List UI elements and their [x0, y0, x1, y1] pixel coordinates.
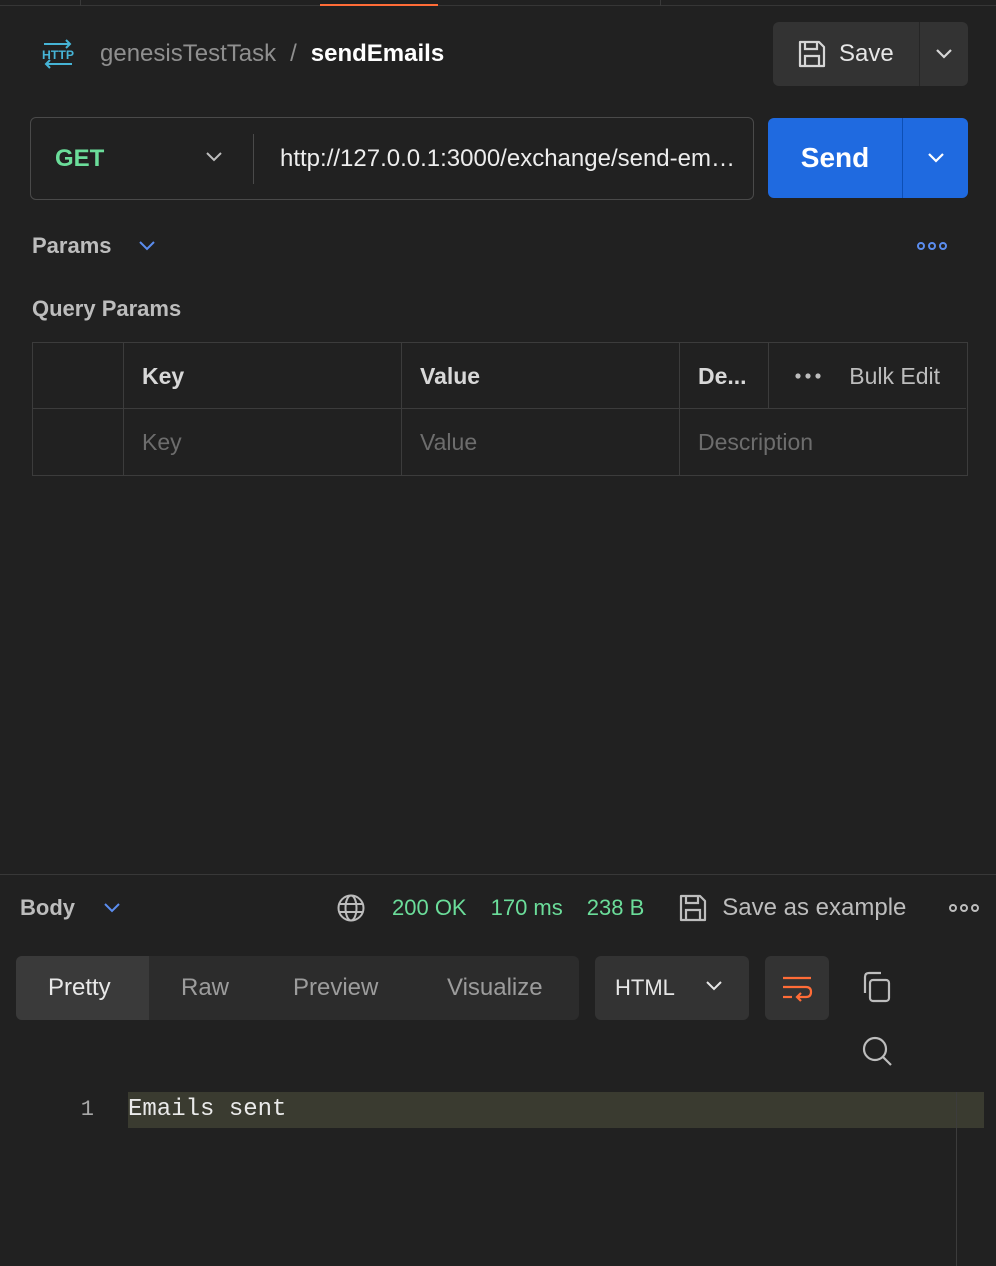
active-tab-indicator: [320, 4, 438, 6]
response-view-tabs: Pretty Raw Preview Visualize: [16, 956, 579, 1020]
checkbox-column-header: [33, 343, 124, 409]
format-select[interactable]: HTML: [595, 956, 749, 1020]
wrap-lines-icon: [783, 976, 813, 1002]
query-params-table: Key Value De... Bulk Edit Key Value Desc…: [32, 342, 968, 476]
value-column-header: Value: [402, 343, 680, 409]
send-button[interactable]: Send: [768, 118, 902, 198]
key-column-header: Key: [124, 343, 402, 409]
breadcrumb: genesisTestTask / sendEmails: [100, 38, 444, 70]
chevron-down-icon: [927, 153, 944, 163]
request-name[interactable]: sendEmails: [311, 40, 444, 68]
save-options-button[interactable]: [919, 22, 968, 86]
tab-separator: [660, 0, 661, 6]
tab-pretty[interactable]: Pretty: [16, 956, 149, 1020]
svg-text:HTTP: HTTP: [42, 48, 74, 62]
send-options-button[interactable]: [902, 118, 968, 198]
response-time[interactable]: 170 ms: [491, 895, 563, 921]
chevron-down-icon: [104, 903, 120, 913]
tab-visualize[interactable]: Visualize: [415, 956, 579, 1020]
response-body-text[interactable]: Emails sent: [128, 1094, 286, 1126]
globe-icon[interactable]: [336, 893, 366, 923]
floppy-disk-icon: [680, 894, 707, 922]
wrap-lines-button[interactable]: [765, 956, 829, 1020]
method-label: GET: [55, 144, 105, 172]
tab-preview[interactable]: Preview: [261, 956, 415, 1020]
query-params-title: Query Params: [32, 296, 182, 321]
send-button-group: Send: [768, 118, 968, 198]
value-input[interactable]: Value: [402, 409, 680, 475]
method-select[interactable]: GET: [31, 118, 253, 199]
response-body-toggle[interactable]: Body: [20, 893, 121, 923]
bulk-edit-label: Bulk Edit: [849, 362, 940, 389]
table-header-row: Key Value De... Bulk Edit: [33, 343, 966, 409]
save-label: Save: [839, 40, 894, 67]
tab-raw[interactable]: Raw: [149, 956, 261, 1020]
save-as-example-button[interactable]: Save as example: [678, 893, 906, 923]
floppy-disk-icon: [798, 40, 826, 68]
save-as-example-label: Save as example: [722, 894, 907, 921]
breadcrumb-collection[interactable]: genesisTestTask: [100, 40, 276, 68]
response-meta: 200 OK 170 ms 238 B Save as example: [336, 891, 906, 925]
description-input[interactable]: Description: [680, 409, 966, 475]
more-options-icon[interactable]: [948, 898, 980, 918]
description-column-header: De...: [680, 343, 769, 409]
url-input[interactable]: http://127.0.0.1:3000/exchange/send-emai…: [254, 118, 753, 199]
response-divider[interactable]: [0, 874, 996, 875]
chevron-down-icon: [936, 49, 952, 59]
body-label: Body: [20, 895, 75, 920]
more-options-icon: [795, 373, 821, 379]
save-button-group: Save: [773, 22, 968, 86]
params-label: Params: [32, 233, 112, 258]
request-url-bar: GET http://127.0.0.1:3000/exchange/send-…: [30, 117, 754, 200]
row-checkbox-cell: [33, 409, 124, 475]
http-icon: HTTP: [40, 38, 76, 70]
response-size[interactable]: 238 B: [587, 895, 645, 921]
chevron-down-icon: [706, 981, 722, 991]
params-section-toggle[interactable]: Params: [32, 231, 156, 261]
copy-icon[interactable]: [860, 970, 894, 1006]
breadcrumb-separator: /: [290, 40, 297, 67]
bulk-edit-button[interactable]: Bulk Edit: [769, 343, 966, 409]
tab-separator: [80, 0, 81, 6]
chevron-down-icon: [138, 241, 155, 251]
status-code[interactable]: 200 OK: [392, 895, 467, 921]
format-label: HTML: [615, 975, 675, 1000]
editor-scroll-gutter[interactable]: [956, 1092, 957, 1266]
more-options-icon[interactable]: [916, 236, 948, 256]
url-text: http://127.0.0.1:3000/exchange/send-emai…: [280, 144, 737, 172]
chevron-down-icon: [206, 151, 222, 161]
line-number: 1: [80, 1097, 94, 1122]
search-icon[interactable]: [860, 1034, 894, 1070]
save-button[interactable]: Save: [773, 22, 919, 86]
table-row: Key Value Description: [33, 409, 966, 475]
tab-strip: [0, 0, 996, 6]
key-input[interactable]: Key: [124, 409, 402, 475]
